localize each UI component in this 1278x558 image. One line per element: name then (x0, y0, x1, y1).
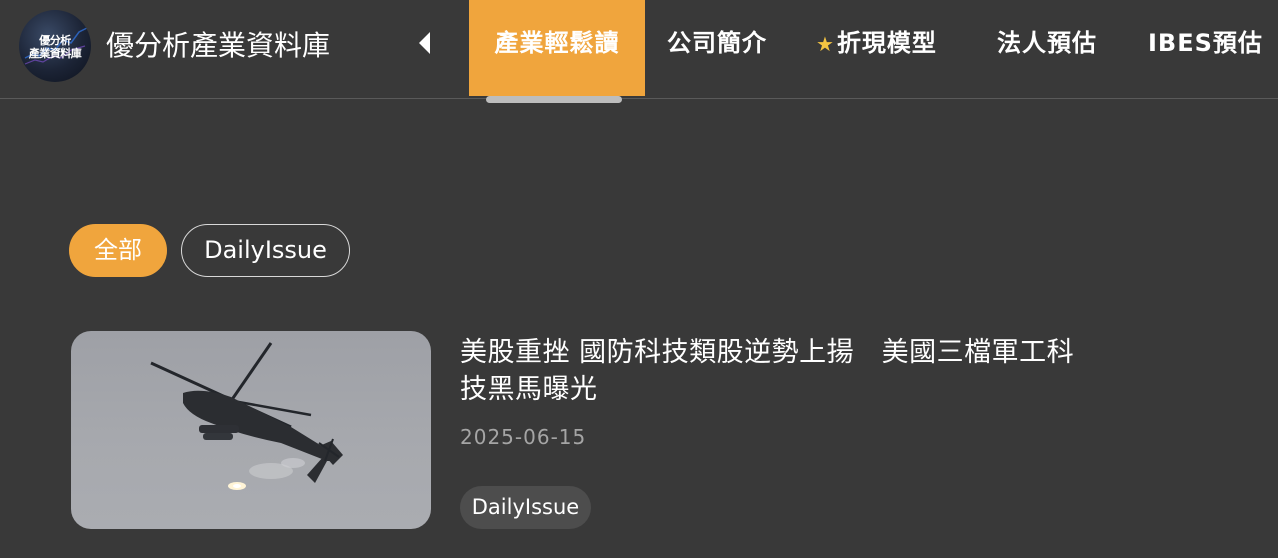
tab-label: IBES預估 (1148, 29, 1263, 57)
tab-institutional-estimates[interactable]: 法人預估 (997, 0, 1097, 96)
helicopter-photo (150, 342, 343, 490)
logo-text-line2: 產業資料庫 (28, 47, 82, 60)
filter-label: DailyIssue (204, 236, 327, 264)
tab-dcf-model[interactable]: ★折現模型 (816, 0, 937, 96)
filter-all-chip[interactable]: 全部 (69, 224, 167, 277)
filter-label: 全部 (94, 236, 142, 264)
star-icon: ★ (816, 32, 835, 56)
tab-ibes-estimates[interactable]: IBES預估 (1148, 0, 1263, 96)
top-navigation-bar: 優分析 產業資料庫 優分析產業資料庫 產業輕鬆讀 公司簡介 ★折現模型 法人預估… (0, 0, 1278, 103)
tab-company-profile[interactable]: 公司簡介 (667, 0, 767, 96)
article-date: 2025-06-15 (460, 425, 587, 449)
tab-industry-reading[interactable]: 產業輕鬆讀 (469, 0, 645, 96)
site-logo[interactable]: 優分析 產業資料庫 (19, 10, 91, 82)
tab-label: 法人預估 (997, 29, 1097, 57)
tab-label: 公司簡介 (667, 29, 767, 57)
filter-dailyissue-chip[interactable]: DailyIssue (181, 224, 350, 277)
logo-text: 優分析 產業資料庫 (19, 34, 91, 60)
tab-scroll-indicator[interactable] (486, 96, 622, 103)
tab-label: 產業輕鬆讀 (494, 29, 620, 57)
logo-text-line1: 優分析 (39, 34, 71, 47)
tab-label: 折現模型 (836, 29, 937, 57)
article-card[interactable]: 美股重挫 國防科技類股逆勢上揚 美國三檔軍工科技黑馬曝光 2025-06-15 … (71, 331, 1111, 529)
chevron-left-icon[interactable] (412, 27, 440, 59)
article-title[interactable]: 美股重挫 國防科技類股逆勢上揚 美國三檔軍工科技黑馬曝光 (460, 334, 1100, 408)
article-thumbnail[interactable] (71, 331, 431, 529)
site-title[interactable]: 優分析產業資料庫 (106, 24, 330, 68)
article-tag[interactable]: DailyIssue (460, 486, 591, 529)
